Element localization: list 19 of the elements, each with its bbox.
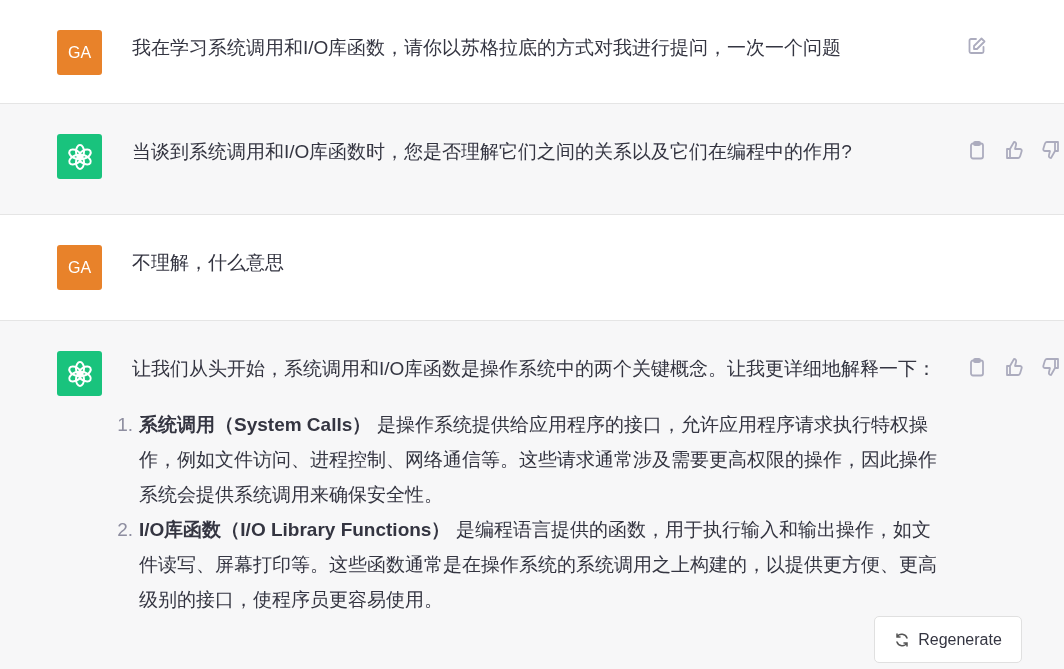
message-text: 当谈到系统调用和I/O库函数时，您是否理解它们之间的关系以及它们在编程中的作用? xyxy=(132,140,853,164)
thumbs-up-icon[interactable] xyxy=(1004,140,1024,160)
regenerate-button[interactable]: Regenerate xyxy=(874,616,1022,663)
message-text: 让我们从头开始，系统调用和I/O库函数是操作系统中的两个关键概念。让我更详细地解释一下： xyxy=(132,357,938,381)
refresh-icon xyxy=(894,631,911,648)
thumbs-up-icon[interactable] xyxy=(1004,357,1024,377)
clipboard-icon[interactable] xyxy=(967,140,987,160)
message-text: 我在学习系统调用和I/O库函数，请你以苏格拉底的方式对我进行提问，一次一个问题 xyxy=(132,36,843,60)
list-item-text: I/O库函数（I/O Library Functions） 是编程语言提供的函数，用于执行输入和输出操作，如文件读写、屏幕打印等。这些函数通常是在操作系统的系统调用之上构建的，以提供更方便、更高级别的接口，使程序员更容易使用。 xyxy=(139,518,938,612)
user-avatar: GA xyxy=(57,30,102,75)
message-text: 不理解，什么意思 xyxy=(132,251,285,275)
list-item-text: 系统调用（System Calls） 是操作系统提供给应用程序的接口，允许应用程序请求执行特权操作，例如文件访问、进程控制、网络通信等。这些请求通常涉及需要更高权限的操作，因此操作系统会提供系统调用来确保安全性。 xyxy=(139,413,938,507)
list-number: 2. xyxy=(116,518,134,542)
list-number: 1. xyxy=(116,413,134,437)
thumbs-down-icon[interactable] xyxy=(1041,357,1061,377)
thumbs-down-icon[interactable] xyxy=(1041,140,1061,160)
user-avatar: GA xyxy=(57,245,102,290)
edit-icon[interactable] xyxy=(967,36,987,56)
clipboard-icon[interactable] xyxy=(967,357,987,377)
